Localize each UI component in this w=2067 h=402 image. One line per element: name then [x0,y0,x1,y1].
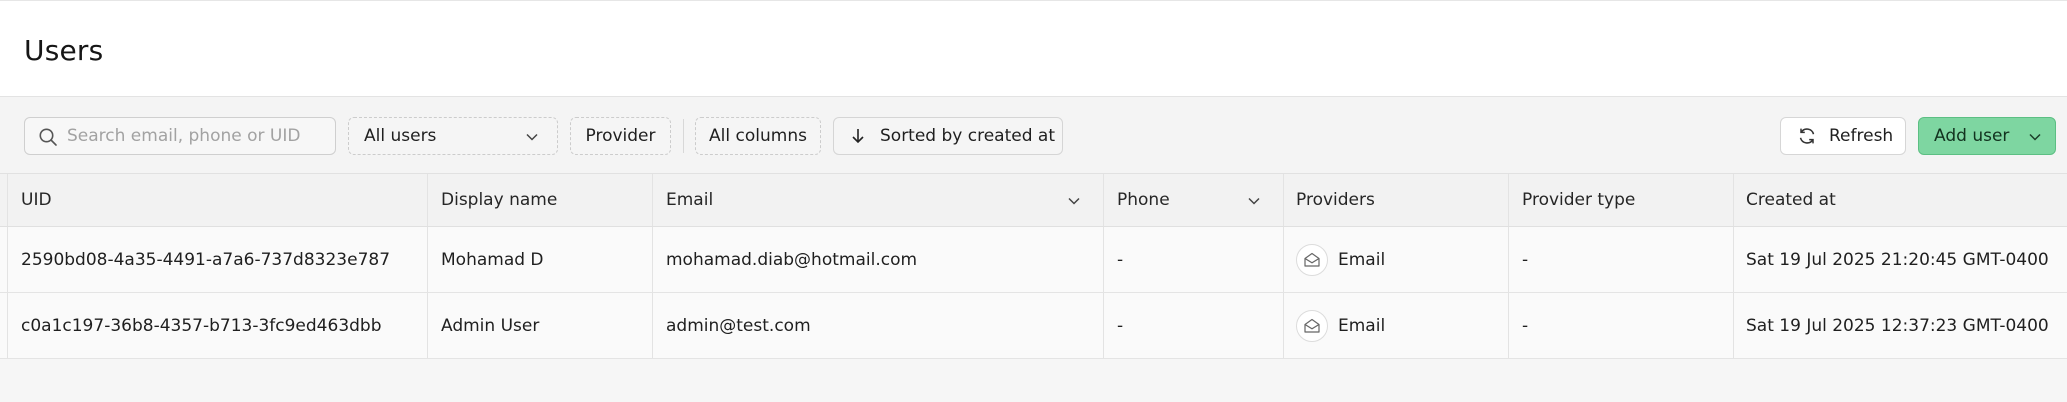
chevron-down-icon[interactable] [1247,194,1261,208]
email-provider-icon [1296,243,1328,276]
cell-uid: c0a1c197-36b8-4357-b713-3fc9ed463dbb [7,293,427,358]
add-user-label: Add user [1934,126,2010,146]
column-header-phone-label: Phone [1117,190,1170,210]
column-header-provider-type[interactable]: Provider type [1508,174,1733,226]
cell-phone: - [1103,293,1283,358]
users-table: UID Display name Email Phone Providers P… [0,174,2067,359]
envelope-open-icon [1304,252,1320,267]
provider-label: Email [1338,249,1386,270]
sort-button[interactable]: Sorted by created at [833,117,1063,155]
column-header-display-name[interactable]: Display name [427,174,652,226]
cell-created-at: Sat 19 Jul 2025 12:37:23 GMT-0400 [1733,293,2067,358]
column-header-providers[interactable]: Providers [1283,174,1508,226]
columns-label: All columns [709,126,807,146]
table-empty-area [0,359,2067,402]
users-page: Users All users Provider All columns [0,0,2067,402]
columns-button[interactable]: All columns [695,117,821,155]
cell-display-name: Admin User [427,293,652,358]
cell-display-name: Mohamad D [427,227,652,292]
chevron-down-icon [526,133,538,141]
provider-filter-button[interactable]: Provider [570,117,671,155]
cell-providers: Email [1283,293,1508,358]
cell-phone: - [1103,227,1283,292]
sort-label: Sorted by created at [880,126,1055,146]
toolbar-divider [683,119,684,153]
search-input[interactable] [67,118,329,154]
refresh-icon [1799,128,1815,144]
provider-label: Email [1338,315,1386,336]
email-provider-icon [1296,309,1328,342]
refresh-label: Refresh [1829,126,1894,146]
arrow-down-icon [852,129,864,144]
users-filter-label: All users [364,126,437,146]
users-filter-select[interactable]: All users [348,117,558,155]
page-header: Users [0,0,2067,97]
cell-email: admin@test.com [652,293,1103,358]
page-title: Users [24,34,104,67]
envelope-open-icon [1304,318,1320,333]
cell-email: mohamad.diab@hotmail.com [652,227,1103,292]
table-row[interactable]: c0a1c197-36b8-4357-b713-3fc9ed463dbb Adm… [0,293,2067,359]
cell-providers: Email [1283,227,1508,292]
column-header-phone[interactable]: Phone [1103,174,1283,226]
add-user-button[interactable]: Add user [1918,117,2056,155]
table-header: UID Display name Email Phone Providers P… [0,174,2067,227]
column-header-email-label: Email [666,190,714,210]
cell-provider-type: - [1508,293,1733,358]
chevron-down-icon[interactable] [1067,194,1081,208]
column-header-uid[interactable]: UID [7,174,427,226]
cell-uid: 2590bd08-4a35-4491-a7a6-737d8323e787 [7,227,427,292]
toolbar: All users Provider All columns Sorted by… [0,97,2067,174]
column-header-email[interactable]: Email [652,174,1103,226]
table-row[interactable]: 2590bd08-4a35-4491-a7a6-737d8323e787 Moh… [0,227,2067,293]
cell-created-at: Sat 19 Jul 2025 21:20:45 GMT-0400 [1733,227,2067,292]
refresh-button[interactable]: Refresh [1780,117,1906,155]
search-box[interactable] [24,117,336,155]
provider-filter-label: Provider [585,126,656,146]
chevron-down-icon [2029,133,2041,141]
cell-provider-type: - [1508,227,1733,292]
column-header-created-at[interactable]: Created at [1733,174,2067,226]
search-icon [39,128,57,146]
